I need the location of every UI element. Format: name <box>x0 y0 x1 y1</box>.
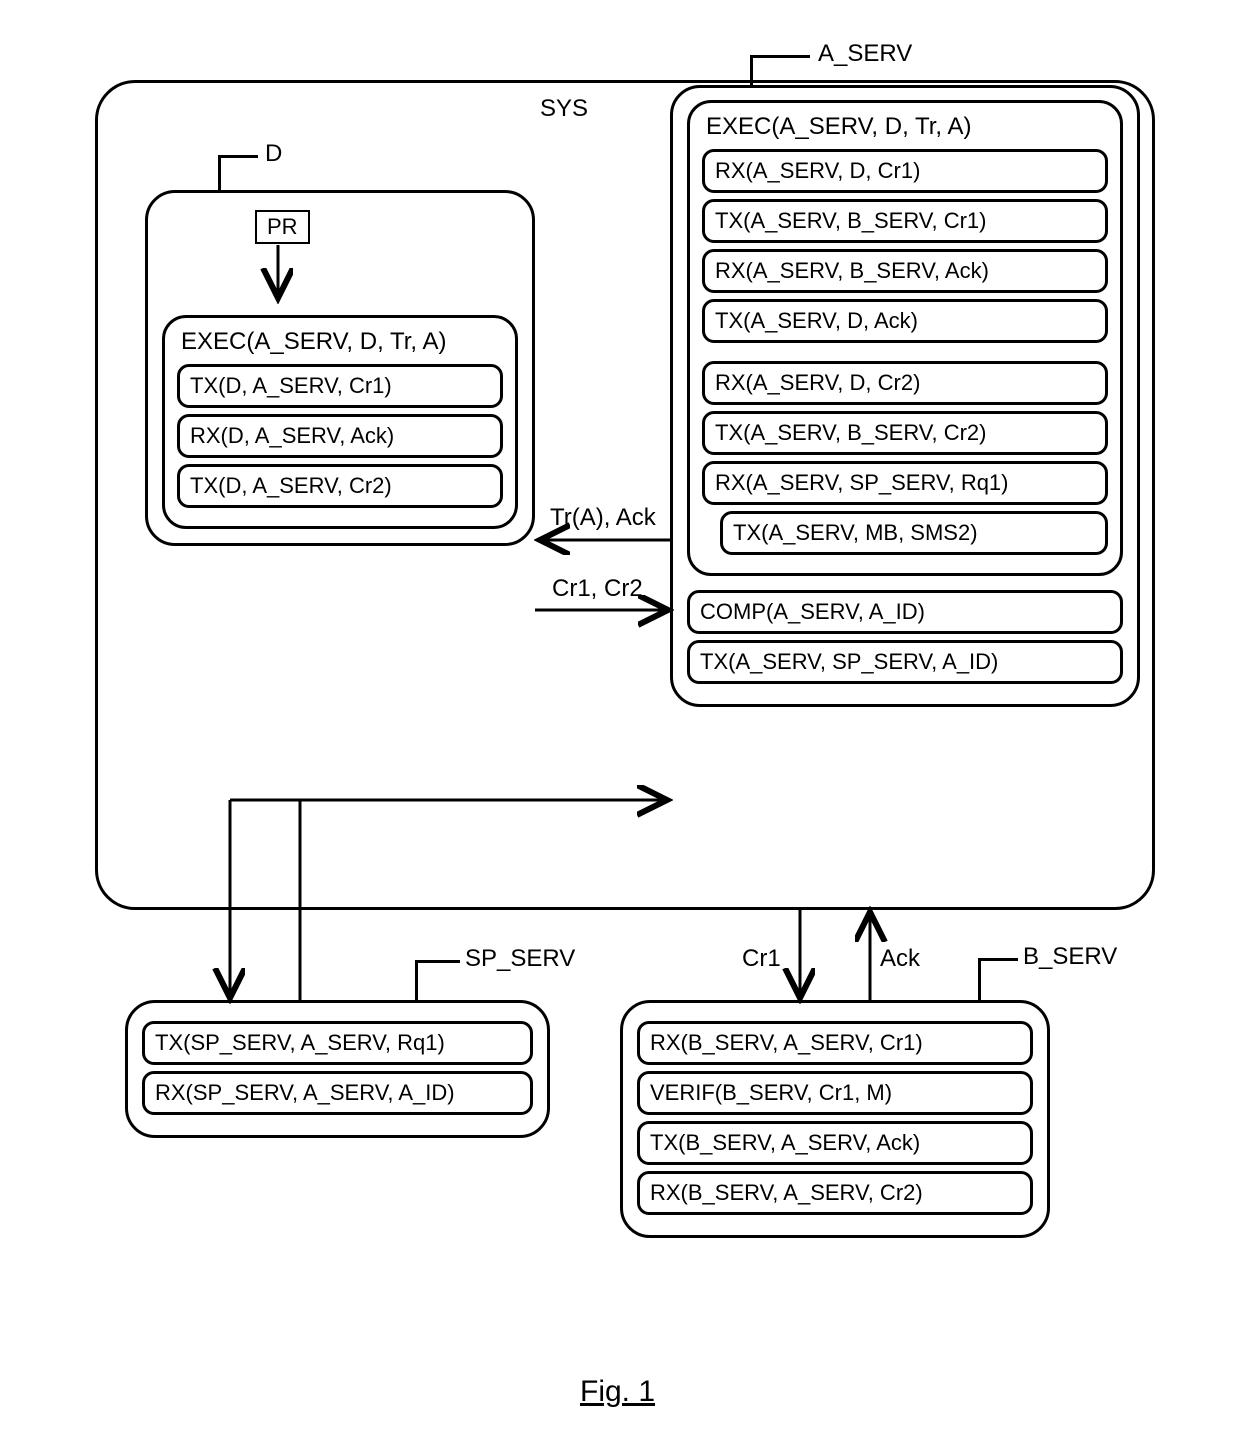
bserv-step: RX(B_SERV, A_SERV, Cr1) <box>637 1021 1033 1065</box>
spserv-lead <box>415 960 418 1000</box>
aserv-step: RX(A_SERV, D, Cr1) <box>702 149 1108 193</box>
aserv-tail-step: COMP(A_SERV, A_ID) <box>687 590 1123 634</box>
d-lead <box>218 155 221 190</box>
aserv-lead2 <box>750 55 810 58</box>
bserv-label: B_SERV <box>1023 943 1117 971</box>
aserv-step: RX(A_SERV, B_SERV, Ack) <box>702 249 1108 293</box>
d-step: RX(D, A_SERV, Ack) <box>177 414 503 458</box>
bserv-block: RX(B_SERV, A_SERV, Cr1) VERIF(B_SERV, Cr… <box>620 1000 1050 1238</box>
figure-caption: Fig. 1 <box>580 1375 655 1409</box>
aserv-step: RX(A_SERV, SP_SERV, Rq1) <box>702 461 1108 505</box>
aserv-step: TX(A_SERV, D, Ack) <box>702 299 1108 343</box>
aserv-step: RX(A_SERV, D, Cr2) <box>702 361 1108 405</box>
aserv-block: EXEC(A_SERV, D, Tr, A) RX(A_SERV, D, Cr1… <box>670 85 1140 707</box>
aserv-exec-title: EXEC(A_SERV, D, Tr, A) <box>706 113 1108 141</box>
aserv-label: A_SERV <box>818 40 912 68</box>
aserv-tail-step: TX(A_SERV, SP_SERV, A_ID) <box>687 640 1123 684</box>
d-exec-title: EXEC(A_SERV, D, Tr, A) <box>181 328 503 356</box>
bserv-step: RX(B_SERV, A_SERV, Cr2) <box>637 1171 1033 1215</box>
aserv-step: TX(A_SERV, MB, SMS2) <box>720 511 1108 555</box>
aserv-step: TX(A_SERV, B_SERV, Cr1) <box>702 199 1108 243</box>
spserv-lead2 <box>415 960 460 963</box>
d-step: TX(D, A_SERV, Cr2) <box>177 464 503 508</box>
d-exec-group: EXEC(A_SERV, D, Tr, A) TX(D, A_SERV, Cr1… <box>162 315 518 529</box>
bserv-step: VERIF(B_SERV, Cr1, M) <box>637 1071 1033 1115</box>
flow-cr1-label: Cr1 <box>742 945 781 973</box>
spserv-block: TX(SP_SERV, A_SERV, Rq1) RX(SP_SERV, A_S… <box>125 1000 550 1138</box>
aserv-lead <box>750 55 753 85</box>
spserv-step: TX(SP_SERV, A_SERV, Rq1) <box>142 1021 533 1065</box>
bserv-step: TX(B_SERV, A_SERV, Ack) <box>637 1121 1033 1165</box>
d-step: TX(D, A_SERV, Cr1) <box>177 364 503 408</box>
spserv-label: SP_SERV <box>465 945 575 973</box>
spserv-step: RX(SP_SERV, A_SERV, A_ID) <box>142 1071 533 1115</box>
flow-tr-ack-label: Tr(A), Ack <box>550 504 656 532</box>
aserv-step: TX(A_SERV, B_SERV, Cr2) <box>702 411 1108 455</box>
pr-label: PR <box>267 214 298 239</box>
pr-box: PR <box>255 210 310 244</box>
d-lead2 <box>218 155 258 158</box>
aserv-exec-group: EXEC(A_SERV, D, Tr, A) RX(A_SERV, D, Cr1… <box>687 100 1123 576</box>
flow-ack-label: Ack <box>880 945 920 973</box>
d-block: EXEC(A_SERV, D, Tr, A) TX(D, A_SERV, Cr1… <box>145 190 535 546</box>
flow-cr-label: Cr1, Cr2 <box>552 575 643 603</box>
d-label: D <box>265 140 282 168</box>
bserv-lead <box>978 958 981 1003</box>
sys-label: SYS <box>540 95 588 123</box>
bserv-lead2 <box>978 958 1018 961</box>
